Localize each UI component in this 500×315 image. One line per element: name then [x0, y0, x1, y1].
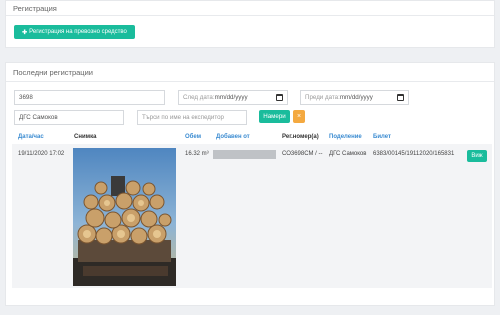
divider	[6, 81, 494, 82]
search-button[interactable]: Намери	[259, 110, 290, 123]
column-header-photo: Снимка	[74, 134, 97, 140]
row-volume: 16.32 m³	[185, 151, 209, 157]
date-to-format: mm/dd/yyyy	[339, 94, 373, 101]
divider	[6, 15, 494, 16]
division-filter-value: ДГС Самоков	[19, 114, 58, 121]
reg-number-filter-input[interactable]: 3698	[14, 90, 165, 105]
row-datetime: 19/11/2020 17:02	[18, 151, 65, 157]
date-from-placeholder: След дата:	[183, 94, 215, 101]
recent-registrations-heading: Последни регистрации	[13, 68, 93, 77]
register-vehicle-button-label: Регистрация на превозно средство	[29, 29, 127, 35]
date-from-format: mm/dd/yyyy	[214, 94, 248, 101]
forwarder-search-placeholder: Търси по име на експедитор	[142, 114, 224, 121]
date-to-placeholder: Преди дата:	[305, 94, 340, 101]
column-header-ticket[interactable]: Билет	[373, 134, 391, 140]
forwarder-search-input[interactable]: Търси по име на експедитор	[137, 110, 247, 125]
register-vehicle-button[interactable]: ✚ Регистрация на превозно средство	[14, 25, 135, 39]
log-truck-photo-image	[73, 148, 176, 286]
plus-icon: ✚	[22, 29, 28, 36]
column-header-division[interactable]: Поделение	[329, 134, 362, 140]
reg-number-filter-value: 3698	[19, 94, 33, 101]
row-added-by-redacted	[213, 150, 276, 159]
clear-filters-button[interactable]: ×	[293, 110, 305, 123]
column-header-volume[interactable]: Обем	[185, 134, 201, 140]
date-from-input[interactable]: След дата: mm/dd/yyyy	[178, 90, 288, 105]
row-reg-number: СО3698СМ / --	[282, 151, 323, 157]
calendar-icon[interactable]	[397, 94, 404, 101]
column-header-added-by[interactable]: Добавен от	[216, 134, 250, 140]
registration-heading: Регистрация	[13, 4, 57, 13]
vehicle-photo[interactable]	[73, 148, 176, 286]
row-division: ДГС Самоков	[329, 151, 367, 157]
division-filter-input[interactable]: ДГС Самоков	[14, 110, 124, 125]
column-header-datetime[interactable]: Дата/час	[18, 134, 44, 140]
column-header-reg-number: Рег.номер(а)	[282, 134, 319, 140]
row-ticket: 6383/00145/19112020/165831	[373, 151, 455, 157]
registration-panel: Регистрация	[5, 0, 495, 48]
calendar-icon[interactable]	[276, 94, 283, 101]
view-button[interactable]: Виж	[467, 150, 487, 162]
date-to-input[interactable]: Преди дата: mm/dd/yyyy	[300, 90, 409, 105]
